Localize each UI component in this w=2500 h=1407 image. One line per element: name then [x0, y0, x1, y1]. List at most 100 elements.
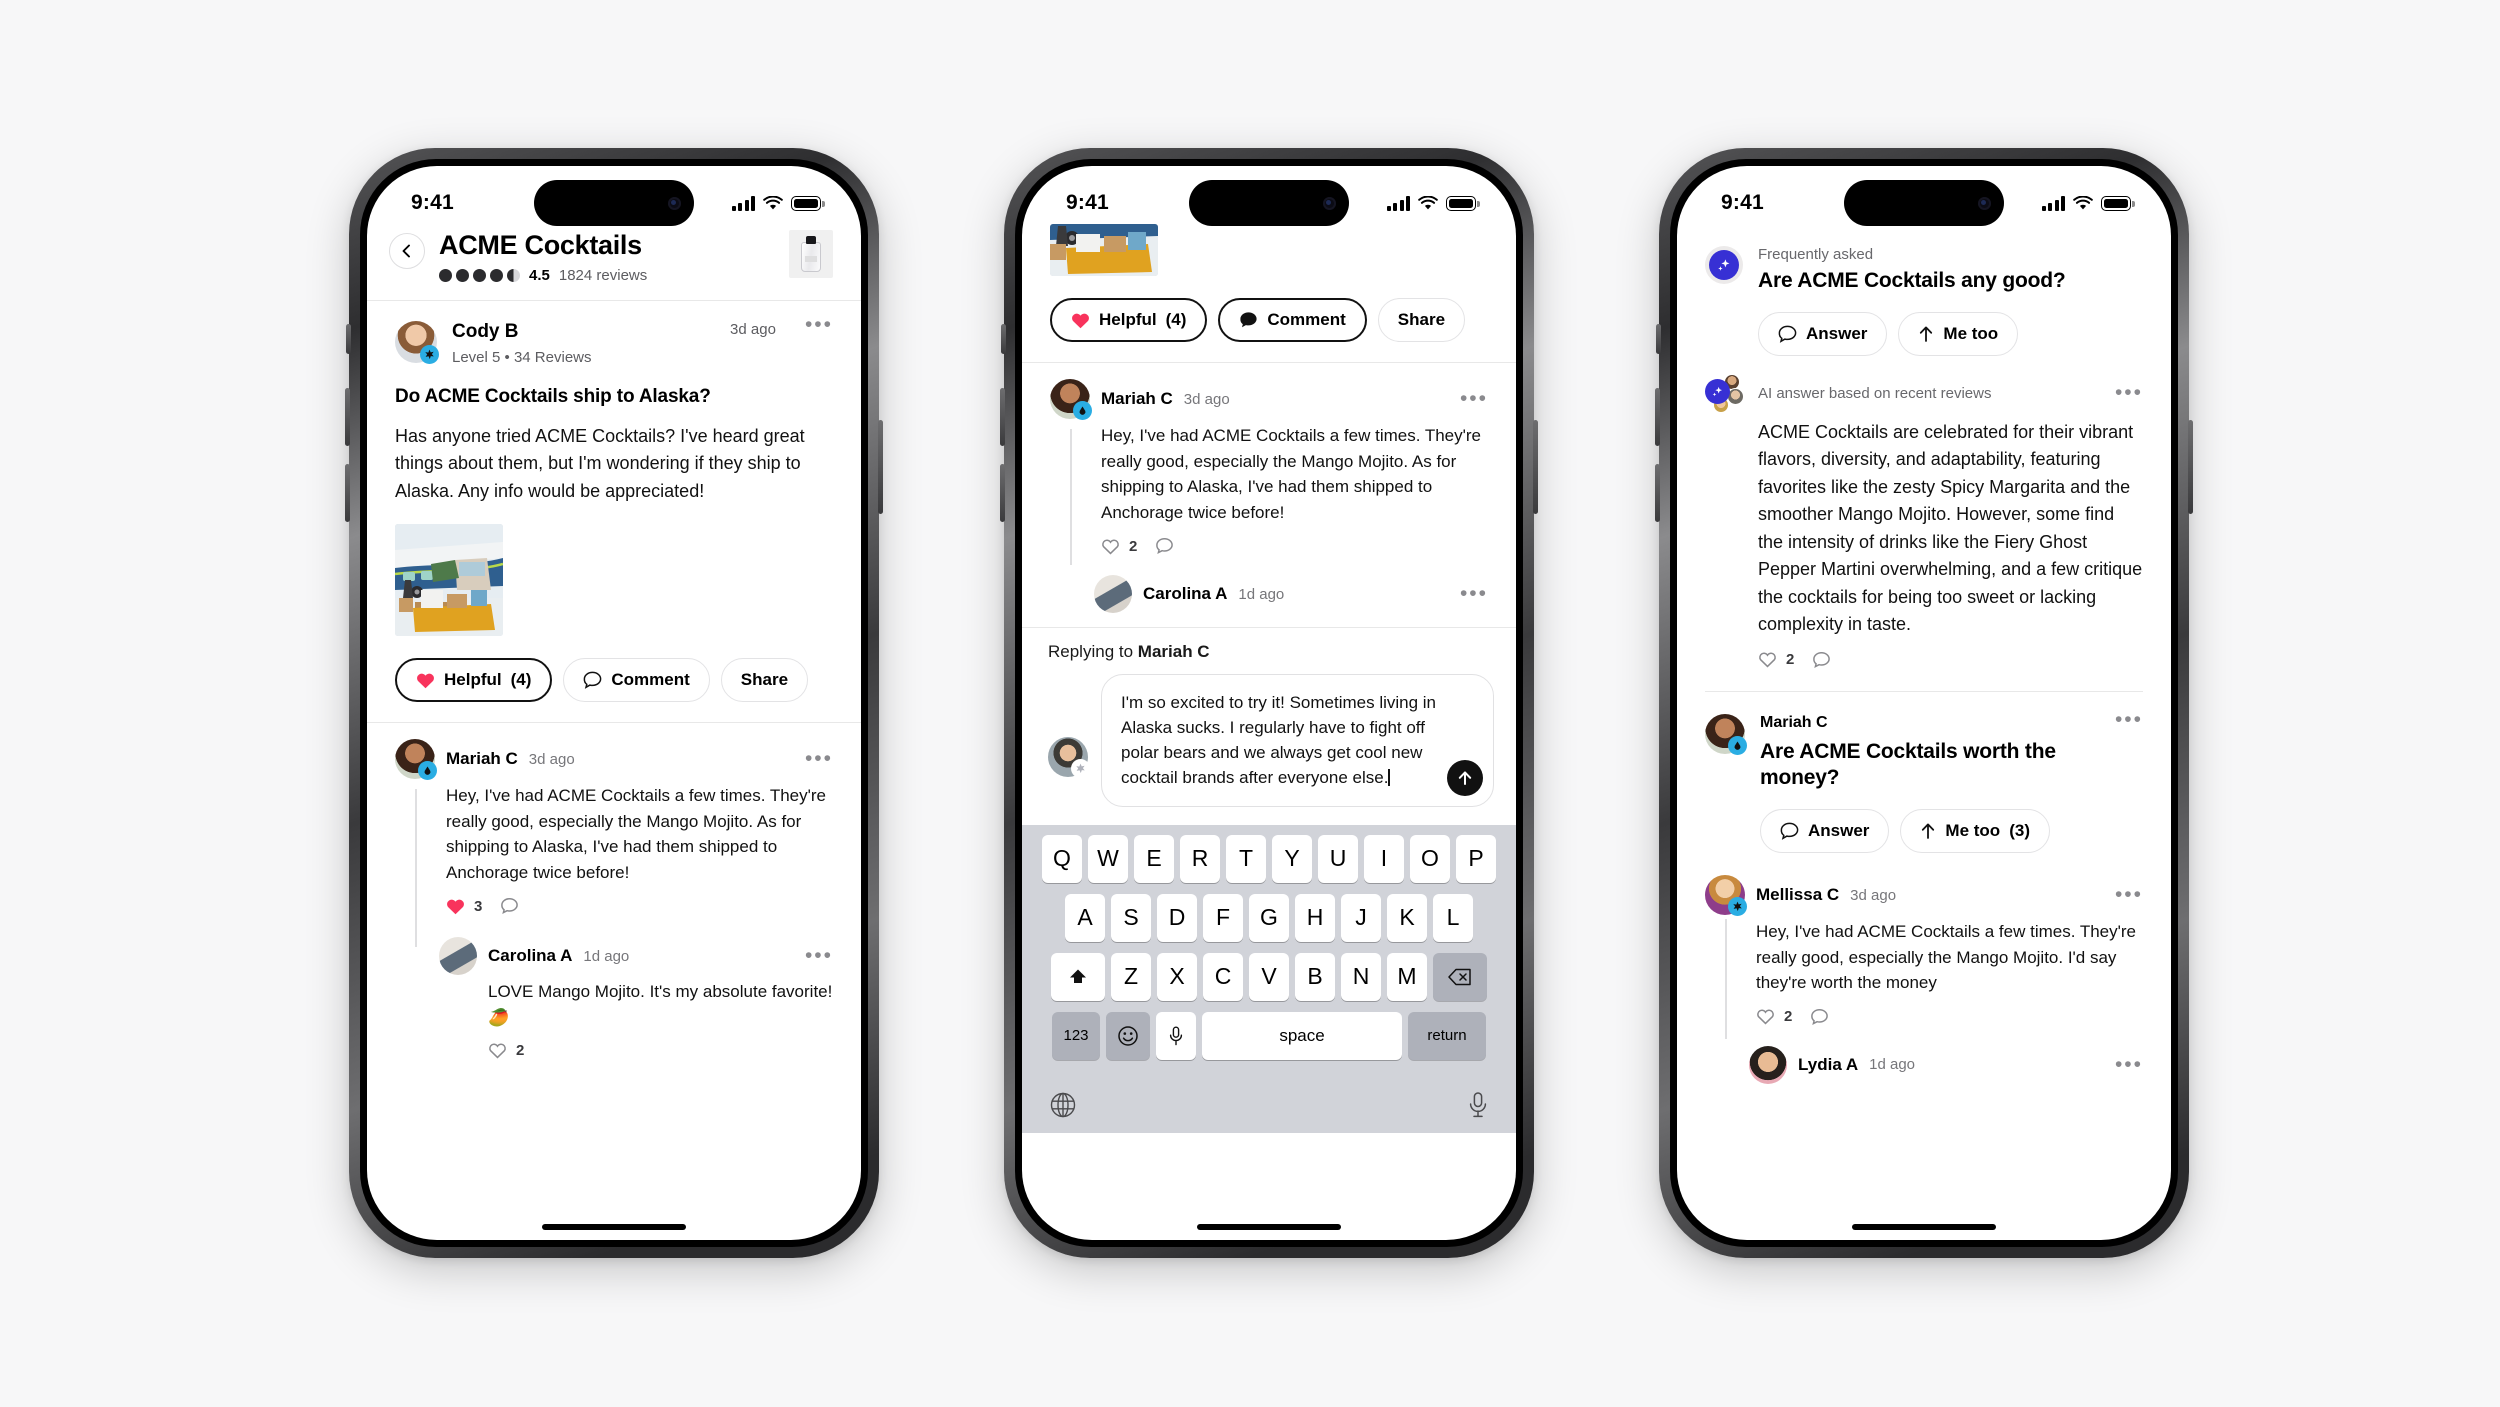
- emoji-key[interactable]: [1106, 1011, 1150, 1060]
- key-x[interactable]: X: [1157, 952, 1197, 1001]
- reply-icon[interactable]: [1155, 537, 1174, 555]
- power-button[interactable]: [1533, 420, 1538, 514]
- avatar[interactable]: [1050, 379, 1092, 420]
- space-key[interactable]: space: [1202, 1011, 1402, 1060]
- share-button[interactable]: Share: [720, 658, 809, 703]
- key-b[interactable]: B: [1295, 952, 1335, 1001]
- numbers-key[interactable]: 123: [1052, 1011, 1100, 1060]
- reply-input[interactable]: I'm so excited to try it! Sometimes livi…: [1101, 674, 1494, 807]
- power-button[interactable]: [2188, 420, 2193, 514]
- silent-switch[interactable]: [1656, 324, 1661, 354]
- avatar[interactable]: [395, 739, 437, 781]
- send-button[interactable]: [1447, 759, 1483, 796]
- key-g[interactable]: G: [1249, 893, 1289, 942]
- key-i[interactable]: I: [1364, 834, 1404, 883]
- power-button[interactable]: [878, 420, 883, 514]
- key-d[interactable]: D: [1157, 893, 1197, 942]
- key-e[interactable]: E: [1134, 834, 1174, 883]
- avatar[interactable]: [439, 937, 477, 976]
- bottle-icon: [801, 242, 821, 272]
- return-key[interactable]: return: [1408, 1011, 1486, 1060]
- wifi-icon: [2073, 195, 2093, 209]
- post-image[interactable]: [395, 524, 503, 637]
- nested-comment: Carolina A 1d ago •••: [1050, 555, 1488, 627]
- key-f[interactable]: F: [1203, 893, 1243, 942]
- key-r[interactable]: R: [1180, 834, 1220, 883]
- home-indicator[interactable]: [542, 1224, 686, 1230]
- key-j[interactable]: J: [1341, 893, 1381, 942]
- thread-connector: [1725, 919, 1727, 1040]
- post-header: Cody B Level 5 • 34 Reviews 3d ago •••: [395, 315, 833, 366]
- back-button[interactable]: [389, 233, 425, 269]
- volume-up-button[interactable]: [1655, 388, 1660, 446]
- ai-answer-more-button[interactable]: •••: [2115, 383, 2143, 403]
- volume-down-button[interactable]: [1000, 464, 1005, 522]
- key-o[interactable]: O: [1410, 834, 1450, 883]
- volume-down-button[interactable]: [345, 464, 350, 522]
- post-image-partial[interactable]: [1050, 224, 1158, 276]
- comment-more-button[interactable]: •••: [1460, 583, 1488, 603]
- silent-switch[interactable]: [1001, 324, 1006, 354]
- level-badge: [1728, 897, 1747, 917]
- product-thumbnail[interactable]: [789, 230, 833, 278]
- key-q[interactable]: Q: [1042, 834, 1082, 883]
- comment-more-button[interactable]: •••: [805, 748, 833, 768]
- answer-button[interactable]: Answer: [1758, 311, 1888, 356]
- key-m[interactable]: M: [1387, 952, 1427, 1001]
- comment-more-button[interactable]: •••: [2115, 884, 2143, 904]
- home-indicator[interactable]: [1852, 1224, 1996, 1230]
- avatar[interactable]: [1705, 875, 1747, 917]
- key-a[interactable]: A: [1065, 893, 1105, 942]
- question-2-actions: Answer Me too (3): [1760, 809, 2143, 854]
- backspace-key[interactable]: [1433, 952, 1487, 1001]
- helpful-button[interactable]: Helpful (4): [395, 658, 553, 703]
- heart-outline-icon[interactable]: [488, 1042, 507, 1059]
- comment-more-button[interactable]: •••: [2115, 1054, 2143, 1074]
- key-z[interactable]: Z: [1111, 952, 1151, 1001]
- answer-button[interactable]: Answer: [1760, 809, 1890, 854]
- share-button[interactable]: Share: [1377, 298, 1466, 342]
- reply-icon[interactable]: [1812, 651, 1831, 669]
- post-more-button[interactable]: •••: [805, 315, 833, 335]
- helpful-button[interactable]: Helpful (4): [1050, 298, 1208, 342]
- me-too-button[interactable]: Me too: [1898, 311, 2019, 356]
- key-k[interactable]: K: [1387, 893, 1427, 942]
- avatar[interactable]: [1749, 1045, 1787, 1084]
- key-s[interactable]: S: [1111, 893, 1151, 942]
- volume-down-button[interactable]: [1655, 464, 1660, 522]
- key-c[interactable]: C: [1203, 952, 1243, 1001]
- silent-switch[interactable]: [346, 324, 351, 354]
- key-u[interactable]: U: [1318, 834, 1358, 883]
- key-n[interactable]: N: [1341, 952, 1381, 1001]
- comment-button[interactable]: Comment: [563, 658, 710, 703]
- key-v[interactable]: V: [1249, 952, 1289, 1001]
- key-p[interactable]: P: [1456, 834, 1496, 883]
- question-2-more-button[interactable]: •••: [2115, 709, 2143, 729]
- me-too-button[interactable]: Me too (3): [1900, 809, 2050, 854]
- heart-outline-icon[interactable]: [1758, 651, 1777, 668]
- key-w[interactable]: W: [1088, 834, 1128, 883]
- avatar[interactable]: [1705, 713, 1747, 755]
- reply-icon[interactable]: [1810, 1008, 1829, 1026]
- dictation-key[interactable]: [1156, 1011, 1196, 1060]
- microphone-icon[interactable]: [1467, 1091, 1489, 1119]
- heart-outline-icon[interactable]: [1101, 538, 1120, 555]
- avatar[interactable]: [395, 321, 439, 365]
- comment-more-button[interactable]: •••: [805, 945, 833, 965]
- key-l[interactable]: L: [1433, 893, 1473, 942]
- key-y[interactable]: Y: [1272, 834, 1312, 883]
- key-t[interactable]: T: [1226, 834, 1266, 883]
- comment-button[interactable]: Comment: [1218, 298, 1367, 342]
- reply-icon[interactable]: [500, 897, 519, 915]
- heart-filled-icon[interactable]: [446, 898, 465, 915]
- home-indicator[interactable]: [1197, 1224, 1341, 1230]
- shift-key[interactable]: [1051, 952, 1105, 1001]
- thread-connector: [1070, 429, 1072, 565]
- comment-more-button[interactable]: •••: [1460, 388, 1488, 408]
- key-h[interactable]: H: [1295, 893, 1335, 942]
- avatar[interactable]: [1094, 575, 1132, 613]
- volume-up-button[interactable]: [1000, 388, 1005, 446]
- volume-up-button[interactable]: [345, 388, 350, 446]
- heart-outline-icon[interactable]: [1756, 1008, 1775, 1025]
- globe-icon[interactable]: [1049, 1091, 1077, 1119]
